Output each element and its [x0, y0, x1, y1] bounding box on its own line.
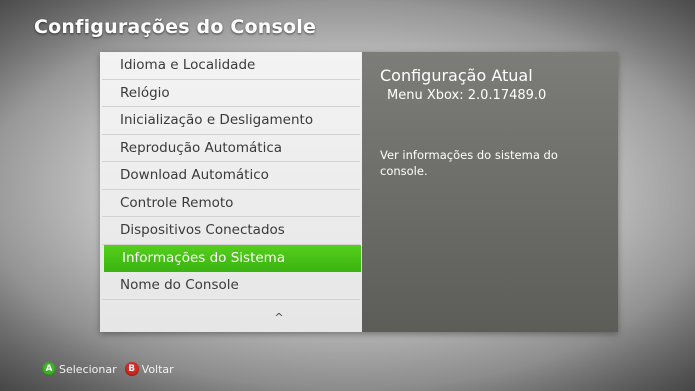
hint-back[interactable]: B Voltar	[124, 362, 174, 376]
info-title: Configuração Atual	[380, 66, 533, 85]
info-pane: Configuração Atual Menu Xbox: 2.0.17489.…	[362, 52, 618, 332]
settings-menu-list: Idioma e Localidade Relógio Inicializaçã…	[100, 52, 362, 332]
menu-item-language[interactable]: Idioma e Localidade	[102, 52, 360, 80]
info-description: Ver informações do sistema do console.	[380, 148, 558, 178]
menu-item-remote-control[interactable]: Controle Remoto	[102, 190, 360, 217]
info-version: Menu Xbox: 2.0.17489.0	[387, 88, 547, 103]
menu-item-startup-shutdown[interactable]: Inicialização e Desligamento	[102, 107, 360, 135]
scroll-up-icon[interactable]: ^	[100, 311, 362, 324]
menu-item-connected-devices[interactable]: Dispositivos Conectados	[102, 217, 360, 245]
hint-select[interactable]: A Selecionar	[42, 362, 117, 376]
menu-item-clock[interactable]: Relógio	[102, 80, 360, 107]
b-button-icon: B	[124, 362, 139, 376]
button-hints: A Selecionar B Voltar	[42, 362, 174, 376]
menu-item-autoplay[interactable]: Reprodução Automática	[102, 135, 360, 162]
page-title: Configurações do Console	[34, 16, 317, 38]
hint-back-label: Voltar	[141, 362, 174, 376]
menu-item-console-name[interactable]: Nome do Console	[102, 272, 360, 300]
hint-select-label: Selecionar	[59, 362, 117, 376]
a-button-icon: A	[42, 362, 56, 376]
menu-item-system-info[interactable]: Informações do Sistema	[104, 244, 361, 272]
settings-panel: Idioma e Localidade Relógio Inicializaçã…	[100, 52, 618, 332]
menu-item-auto-download[interactable]: Download Automático	[102, 162, 360, 190]
